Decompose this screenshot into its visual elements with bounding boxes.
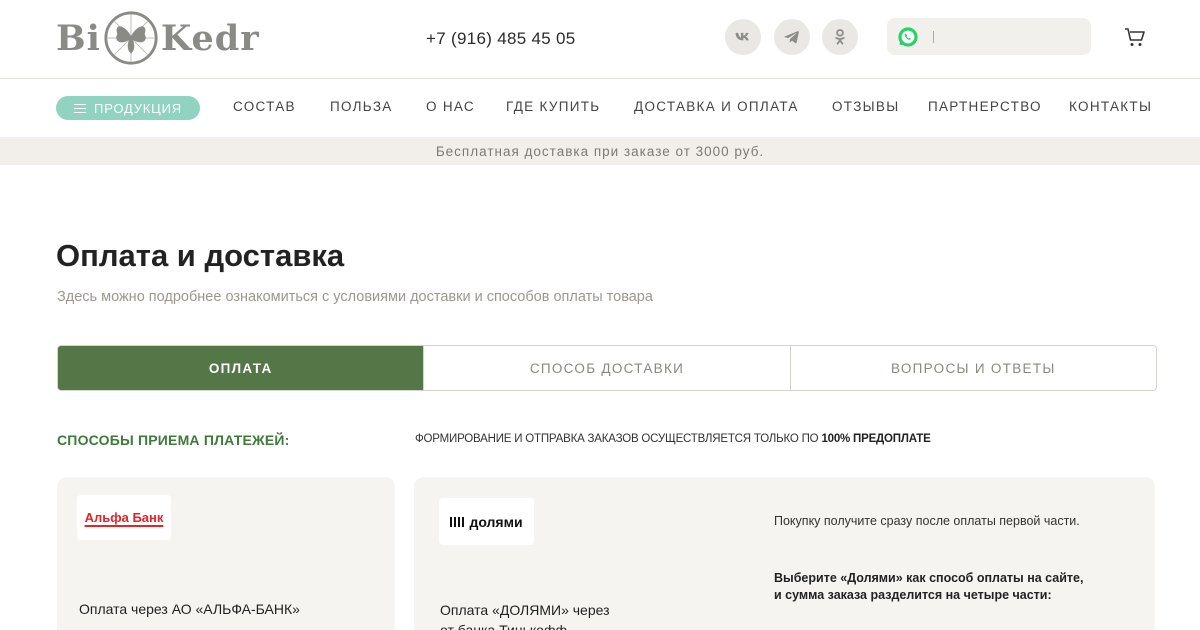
dolyami-card: долями Оплата «ДОЛЯМИ» через от банка Ти… [414, 477, 1155, 630]
search-box[interactable] [887, 18, 1091, 55]
products-menu-button[interactable]: ПРОДУКЦИЯ [56, 96, 200, 120]
page-subtitle: Здесь можно подробнее ознакомиться с усл… [57, 289, 653, 305]
dolyami-bars-icon [450, 516, 465, 527]
products-label: ПРОДУКЦИЯ [94, 100, 182, 116]
tab-delivery-method[interactable]: СПОСОБ ДОСТАВКИ [423, 346, 789, 390]
cart-icon[interactable] [1123, 25, 1147, 49]
vk-glyph [735, 32, 749, 41]
odnoklassniki-icon[interactable] [822, 19, 858, 55]
tab-faq[interactable]: ВОПРОСЫ И ОТВЕТЫ [789, 346, 1156, 390]
logo[interactable]: Bi Kedr [56, 8, 260, 68]
tabs: ОПЛАТА СПОСОБ ДОСТАВКИ ВОПРОСЫ И ОТВЕТЫ [57, 345, 1157, 391]
vk-icon[interactable] [725, 19, 761, 55]
dolyami-logo: долями [439, 498, 534, 545]
telegram-icon[interactable] [774, 19, 810, 55]
page-title: Оплата и доставка [56, 238, 345, 273]
logo-text-right: Kedr [160, 17, 260, 59]
dolyami-description-line2: от банка Тинькофф [440, 622, 567, 630]
phone-number[interactable]: +7 (916) 485 45 05 [426, 29, 576, 49]
free-delivery-banner: Бесплатная доставка при заказе от 3000 р… [0, 137, 1200, 165]
alfa-bank-card: Альфа Банк Оплата через АО «АЛЬФА-БАНК» [57, 477, 395, 630]
search-input[interactable] [929, 24, 1079, 49]
site-header: Bi Kedr +7 (916) 485 45 05 [0, 0, 1200, 79]
odnoklassniki-glyph [835, 29, 845, 45]
nav-item-polza[interactable]: ПОЛЬЗА [330, 99, 393, 114]
telegram-glyph [784, 31, 799, 44]
nav-item-about[interactable]: О НАС [426, 99, 475, 114]
dolyami-logo-text: долями [469, 513, 523, 530]
menu-icon [74, 103, 87, 113]
dolyami-instructions-line1: Выберите «Долями» как способ оплаты на с… [774, 571, 1084, 585]
logo-text-left: Bi [56, 17, 101, 59]
logo-emblem-icon [104, 11, 158, 65]
nav-item-where-to-buy[interactable]: ГДЕ КУПИТЬ [506, 99, 600, 114]
dolyami-description-line1: Оплата «ДОЛЯМИ» через [440, 602, 610, 618]
main-nav: ПРОДУКЦИЯ СОСТАВ ПОЛЬЗА О НАС ГДЕ КУПИТЬ… [0, 79, 1200, 137]
nav-item-contacts[interactable]: КОНТАКТЫ [1069, 99, 1152, 114]
dolyami-note: Покупку получите сразу после оплаты перв… [774, 514, 1080, 528]
prepayment-text: ФОРМИРОВАНИЕ И ОТПРАВКА ЗАКАЗОВ ОСУЩЕСТВ… [415, 433, 819, 445]
dolyami-instructions-line2: и сумма заказа разделится на четыре част… [774, 588, 1052, 602]
alfa-bank-logo: Альфа Банк [77, 495, 171, 540]
nav-item-partnership[interactable]: ПАРТНЕРСТВО [928, 99, 1042, 114]
nav-item-delivery-payment[interactable]: ДОСТАВКА И ОПЛАТА [634, 99, 799, 114]
nav-item-reviews[interactable]: ОТЗЫВЫ [832, 99, 899, 114]
tab-payment[interactable]: ОПЛАТА [58, 346, 424, 390]
payment-methods-title: СПОСОБЫ ПРИЕМА ПЛАТЕЖЕЙ: [57, 432, 290, 448]
whatsapp-icon[interactable] [897, 26, 919, 48]
alfa-bank-description: Оплата через АО «АЛЬФА-БАНК» [79, 601, 300, 617]
prepayment-bold: 100% ПРЕДОПЛАТЕ [821, 433, 931, 445]
nav-item-sostav[interactable]: СОСТАВ [233, 99, 296, 114]
alfa-bank-logo-text: Альфа Банк [84, 510, 164, 525]
text-cursor [933, 31, 934, 43]
prepayment-notice: ФОРМИРОВАНИЕ И ОТПРАВКА ЗАКАЗОВ ОСУЩЕСТВ… [415, 433, 931, 445]
